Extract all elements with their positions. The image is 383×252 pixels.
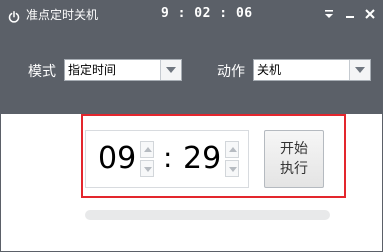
menu-icon[interactable]	[322, 7, 336, 21]
time-separator: :	[163, 141, 173, 174]
mode-select-value: 指定时间	[68, 63, 117, 77]
minute-value[interactable]: 29	[183, 142, 221, 176]
main-content: 09 : 29 开始 执行	[1, 114, 382, 251]
hour-value[interactable]: 09	[98, 142, 136, 176]
hour-down-button[interactable]	[140, 160, 154, 177]
action-label: 动作	[217, 64, 245, 80]
mode-select[interactable]: 指定时间	[64, 59, 182, 81]
hour-spinner[interactable]	[140, 141, 154, 177]
start-button-line2: 执行	[280, 161, 308, 177]
close-icon[interactable]	[363, 7, 377, 21]
mode-dropdown-button[interactable]	[160, 60, 181, 80]
minute-down-button[interactable]	[225, 160, 239, 177]
minute-spinner[interactable]	[225, 141, 239, 177]
minimize-icon[interactable]	[343, 7, 357, 21]
time-input[interactable]: 09 : 29	[85, 130, 249, 188]
title-bar[interactable]: 准点定时关机 9 : 02 : 06	[1, 1, 382, 29]
action-select-value: 关机	[257, 63, 282, 77]
hour-up-button[interactable]	[140, 141, 154, 158]
action-dropdown-button[interactable]	[349, 60, 370, 80]
settings-panel: 模式 指定时间 动作 关机	[1, 29, 382, 114]
app-window: 准点定时关机 9 : 02 : 06 模式 指定时间 动作 关机 09: 29…	[0, 0, 383, 252]
arrow-up-icon	[229, 147, 237, 152]
arrow-up-icon	[144, 147, 152, 152]
app-title: 准点定时关机	[26, 8, 99, 22]
chevron-down-icon	[166, 67, 176, 73]
progress-bar	[85, 210, 330, 220]
mode-label: 模式	[28, 64, 56, 80]
chevron-down-icon	[355, 67, 365, 73]
arrow-down-icon	[229, 167, 237, 172]
power-icon	[8, 8, 20, 23]
clock-display: 9 : 02 : 06	[161, 6, 253, 21]
arrow-down-icon	[144, 167, 152, 172]
minute-up-button[interactable]	[225, 141, 239, 158]
start-button-line1: 开始	[280, 141, 308, 157]
action-select[interactable]: 关机	[253, 59, 371, 81]
start-button[interactable]: 开始 执行	[264, 130, 324, 188]
